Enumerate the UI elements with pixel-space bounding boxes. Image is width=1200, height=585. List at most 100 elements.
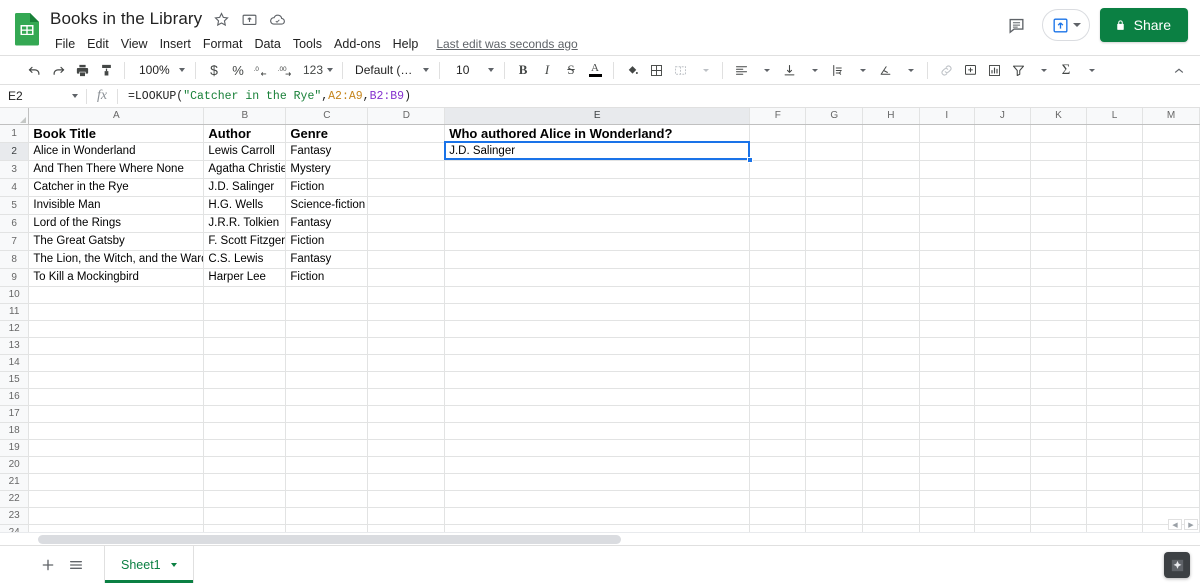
cell-A17[interactable] bbox=[28, 405, 205, 423]
cell-A15[interactable] bbox=[28, 371, 205, 389]
cell-B23[interactable] bbox=[203, 507, 287, 525]
cell-G21[interactable] bbox=[805, 473, 864, 491]
cell-L6[interactable] bbox=[1086, 214, 1144, 233]
cell-J11[interactable] bbox=[974, 303, 1031, 321]
text-rotation-dropdown[interactable] bbox=[897, 58, 921, 82]
move-to-folder-icon[interactable] bbox=[241, 11, 258, 28]
row-header-2[interactable]: 2 bbox=[0, 142, 30, 161]
cell-E14[interactable] bbox=[444, 354, 751, 372]
collapse-toolbar-button[interactable] bbox=[1172, 56, 1186, 86]
cell-H4[interactable] bbox=[862, 178, 920, 197]
cell-E10[interactable] bbox=[444, 286, 751, 304]
cell-G14[interactable] bbox=[805, 354, 864, 372]
cell-C23[interactable] bbox=[285, 507, 369, 525]
cell-C16[interactable] bbox=[285, 388, 369, 406]
cell-F9[interactable] bbox=[749, 268, 807, 287]
cell-K14[interactable] bbox=[1030, 354, 1088, 372]
cell-G10[interactable] bbox=[805, 286, 864, 304]
cell-J23[interactable] bbox=[974, 507, 1031, 525]
row-header-13[interactable]: 13 bbox=[0, 337, 30, 355]
cell-K3[interactable] bbox=[1030, 160, 1088, 179]
cell-E22[interactable] bbox=[444, 490, 751, 508]
menu-view[interactable]: View bbox=[115, 36, 154, 52]
bold-button[interactable]: B bbox=[511, 58, 535, 82]
cell-B16[interactable] bbox=[203, 388, 287, 406]
cell-K15[interactable] bbox=[1030, 371, 1088, 389]
cell-D10[interactable] bbox=[367, 286, 446, 304]
cell-J17[interactable] bbox=[974, 405, 1031, 423]
font-selector[interactable]: Default (Ari... bbox=[349, 58, 433, 82]
cell-D20[interactable] bbox=[367, 456, 446, 474]
cell-J2[interactable] bbox=[974, 142, 1031, 161]
fill-handle[interactable] bbox=[746, 157, 753, 163]
row-header-21[interactable]: 21 bbox=[0, 473, 30, 491]
cell-E16[interactable] bbox=[444, 388, 751, 406]
cell-L16[interactable] bbox=[1086, 388, 1144, 406]
cell-D15[interactable] bbox=[367, 371, 446, 389]
menu-tools[interactable]: Tools bbox=[287, 36, 328, 52]
cell-L23[interactable] bbox=[1086, 507, 1144, 525]
cell-J9[interactable] bbox=[974, 268, 1031, 287]
cell-K9[interactable] bbox=[1030, 268, 1088, 287]
cell-M18[interactable] bbox=[1142, 422, 1200, 440]
cell-K10[interactable] bbox=[1030, 286, 1088, 304]
cell-B6[interactable]: J.R.R. Tolkien bbox=[203, 214, 287, 233]
cell-A12[interactable] bbox=[28, 320, 205, 338]
row-header-8[interactable]: 8 bbox=[0, 250, 30, 269]
row-header-6[interactable]: 6 bbox=[0, 214, 30, 233]
cell-L15[interactable] bbox=[1086, 371, 1144, 389]
cell-J8[interactable] bbox=[974, 250, 1031, 269]
strikethrough-button[interactable]: S bbox=[559, 58, 583, 82]
scroll-left-arrow[interactable]: ◀ bbox=[1168, 519, 1182, 530]
cell-F12[interactable] bbox=[749, 320, 807, 338]
cell-D21[interactable] bbox=[367, 473, 446, 491]
cell-J18[interactable] bbox=[974, 422, 1031, 440]
cell-C8[interactable]: Fantasy bbox=[285, 250, 369, 269]
text-rotation-icon[interactable] bbox=[873, 58, 897, 82]
zoom-selector[interactable]: 100% bbox=[131, 58, 189, 82]
cell-F22[interactable] bbox=[749, 490, 807, 508]
cell-M10[interactable] bbox=[1142, 286, 1200, 304]
cell-E23[interactable] bbox=[444, 507, 751, 525]
cell-M13[interactable] bbox=[1142, 337, 1200, 355]
cell-M8[interactable] bbox=[1142, 250, 1200, 269]
column-header-K[interactable]: K bbox=[1030, 108, 1088, 125]
row-header-22[interactable]: 22 bbox=[0, 490, 30, 508]
name-box[interactable]: E2 bbox=[0, 85, 86, 107]
cell-D8[interactable] bbox=[367, 250, 446, 269]
cell-E1[interactable]: Who authored Alice in Wonderland? bbox=[444, 124, 751, 143]
cell-I8[interactable] bbox=[919, 250, 976, 269]
text-wrap-dropdown[interactable] bbox=[849, 58, 873, 82]
text-color-icon[interactable]: A bbox=[583, 58, 607, 82]
cell-B19[interactable] bbox=[203, 439, 287, 457]
cell-F1[interactable] bbox=[749, 124, 807, 143]
cell-M11[interactable] bbox=[1142, 303, 1200, 321]
merge-dropdown[interactable] bbox=[692, 58, 716, 82]
cell-I19[interactable] bbox=[919, 439, 976, 457]
cell-C17[interactable] bbox=[285, 405, 369, 423]
cell-C1[interactable]: Genre bbox=[285, 124, 369, 143]
column-header-L[interactable]: L bbox=[1086, 108, 1144, 125]
comment-history-button[interactable] bbox=[1002, 10, 1032, 40]
cell-G11[interactable] bbox=[805, 303, 864, 321]
cell-M20[interactable] bbox=[1142, 456, 1200, 474]
row-header-7[interactable]: 7 bbox=[0, 232, 30, 251]
cloud-saved-icon[interactable] bbox=[269, 11, 286, 28]
scroll-arrows[interactable]: ◀ ▶ bbox=[1168, 519, 1198, 530]
cell-I21[interactable] bbox=[919, 473, 976, 491]
cell-H23[interactable] bbox=[862, 507, 920, 525]
cell-J5[interactable] bbox=[974, 196, 1031, 215]
formula-input[interactable]: =LOOKUP("Catcher in the Rye",A2:A9,B2:B9… bbox=[118, 90, 1200, 103]
functions-dropdown[interactable] bbox=[1078, 58, 1102, 82]
cell-H15[interactable] bbox=[862, 371, 920, 389]
row-header-5[interactable]: 5 bbox=[0, 196, 30, 215]
cell-M14[interactable] bbox=[1142, 354, 1200, 372]
cell-I22[interactable] bbox=[919, 490, 976, 508]
cell-I3[interactable] bbox=[919, 160, 976, 179]
cell-L7[interactable] bbox=[1086, 232, 1144, 251]
cell-B15[interactable] bbox=[203, 371, 287, 389]
cell-H18[interactable] bbox=[862, 422, 920, 440]
cell-E6[interactable] bbox=[444, 214, 751, 233]
menu-file[interactable]: File bbox=[49, 36, 81, 52]
cell-E20[interactable] bbox=[444, 456, 751, 474]
